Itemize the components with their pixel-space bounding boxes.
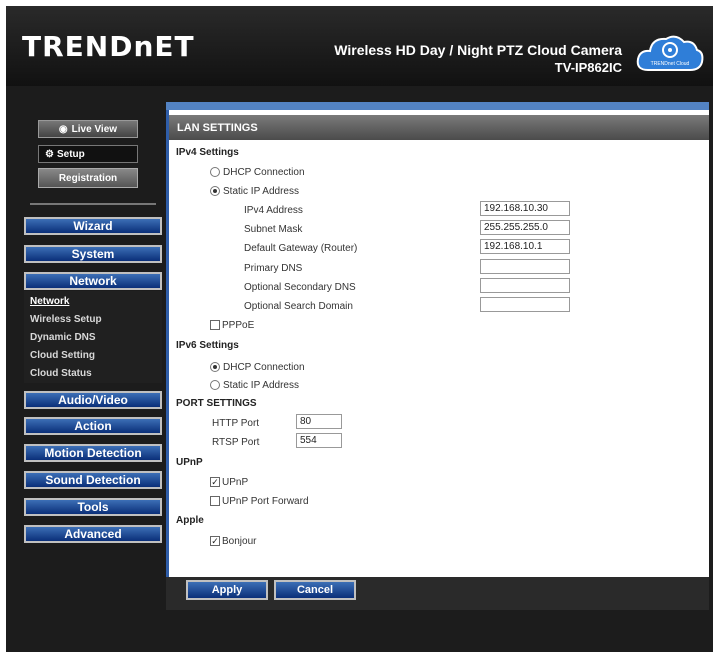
rtsp-port-label: RTSP Port	[212, 437, 260, 448]
ipv6-static-label: Static IP Address	[223, 380, 299, 391]
model-name: TV-IP862IC	[554, 60, 622, 75]
live-view-label: Live View	[71, 123, 118, 135]
subnav-wireless-setup[interactable]: Wireless Setup	[30, 314, 102, 325]
bonjour-checkbox[interactable]: ✓	[210, 536, 220, 546]
setup-button[interactable]: ⚙ Setup	[38, 145, 138, 163]
search-domain-input[interactable]	[480, 297, 570, 312]
ipv6-dhcp-label: DHCP Connection	[223, 362, 305, 373]
ipv4-static-label: Static IP Address	[223, 186, 299, 197]
http-port-input[interactable]: 80	[296, 414, 342, 429]
ipv6-static-radio[interactable]	[210, 380, 220, 390]
bonjour-label: Bonjour	[222, 536, 257, 547]
rtsp-port-input[interactable]: 554	[296, 433, 342, 448]
live-view-button[interactable]: ◉ Live View	[38, 120, 138, 138]
nav-audio-video[interactable]: Audio/Video	[24, 391, 162, 409]
nav-network[interactable]: Network	[24, 272, 162, 290]
nav-motion-detection[interactable]: Motion Detection	[24, 444, 162, 462]
cloud-label: TRENDnet Cloud	[651, 61, 690, 67]
trendnet-cloud-icon: TRENDnet Cloud	[636, 35, 704, 71]
upnp-title: UPnP	[176, 457, 203, 468]
ipv4-address-input[interactable]: 192.168.10.30	[480, 201, 570, 216]
apply-button[interactable]: Apply	[186, 580, 268, 600]
gear-icon: ⚙	[45, 148, 54, 160]
sidebar-divider	[30, 203, 156, 205]
cancel-button[interactable]: Cancel	[274, 580, 356, 600]
ipv6-settings-title: IPv6 Settings	[176, 340, 239, 351]
nav-action[interactable]: Action	[24, 417, 162, 435]
subnav-cloud-setting[interactable]: Cloud Setting	[30, 350, 95, 361]
upnp-port-forward-checkbox[interactable]	[210, 496, 220, 506]
nav-advanced[interactable]: Advanced	[24, 525, 162, 543]
upnp-port-forward-label: UPnP Port Forward	[222, 496, 309, 507]
lan-settings-header: LAN SETTINGS	[169, 115, 709, 140]
ipv4-dhcp-radio[interactable]	[210, 167, 220, 177]
search-domain-label: Optional Search Domain	[244, 301, 353, 312]
upnp-checkbox[interactable]: ✓	[210, 477, 220, 487]
port-settings-title: PORT SETTINGS	[176, 398, 257, 409]
apple-title: Apple	[176, 515, 204, 526]
secondary-dns-input[interactable]	[480, 278, 570, 293]
default-gateway-label: Default Gateway (Router)	[244, 243, 358, 254]
ipv4-settings-title: IPv4 Settings	[176, 147, 239, 158]
subnav-network[interactable]: Network	[30, 296, 69, 307]
primary-dns-label: Primary DNS	[244, 263, 303, 274]
subnav-dynamic-dns[interactable]: Dynamic DNS	[30, 332, 96, 343]
secondary-dns-label: Optional Secondary DNS	[244, 282, 356, 293]
nav-sound-detection[interactable]: Sound Detection	[24, 471, 162, 489]
subnav-cloud-status[interactable]: Cloud Status	[30, 368, 92, 379]
nav-wizard[interactable]: Wizard	[24, 217, 162, 235]
trendnet-logo: TRENDnET	[22, 30, 195, 63]
http-port-label: HTTP Port	[212, 418, 260, 429]
ipv4-dhcp-label: DHCP Connection	[223, 167, 305, 178]
ipv4-address-label: IPv4 Address	[244, 205, 303, 216]
pppoe-checkbox[interactable]	[210, 320, 220, 330]
setup-label: Setup	[56, 148, 85, 160]
nav-tools[interactable]: Tools	[24, 498, 162, 516]
subnet-mask-input[interactable]: 255.255.255.0	[480, 220, 570, 235]
main-top-accent	[166, 102, 709, 110]
pppoe-label: PPPoE	[222, 320, 255, 331]
upnp-label: UPnP	[222, 477, 249, 488]
camera-icon: ◉	[58, 123, 68, 135]
nav-system[interactable]: System	[24, 245, 162, 263]
subnet-mask-label: Subnet Mask	[244, 224, 303, 235]
registration-button[interactable]: Registration	[38, 168, 138, 188]
ipv6-dhcp-radio[interactable]	[210, 362, 220, 372]
default-gateway-input[interactable]: 192.168.10.1	[480, 239, 570, 254]
product-title: Wireless HD Day / Night PTZ Cloud Camera	[334, 42, 622, 58]
primary-dns-input[interactable]	[480, 259, 570, 274]
ipv4-static-radio[interactable]	[210, 186, 220, 196]
